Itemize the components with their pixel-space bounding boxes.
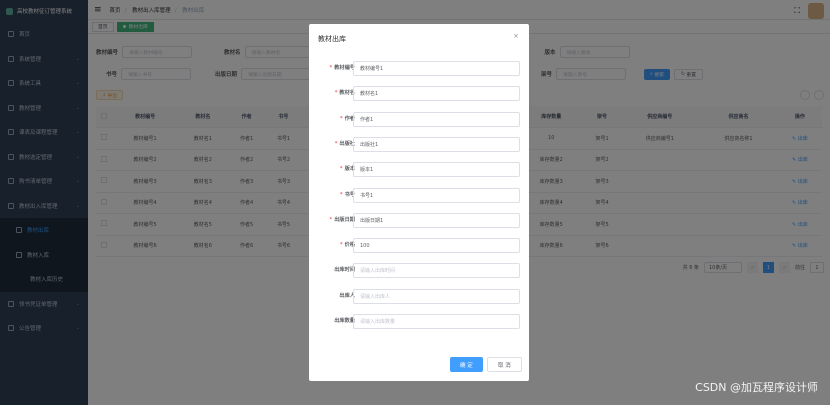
form-row: * 教材名 教材名1: [309, 86, 529, 102]
form-input[interactable]: 出版社1: [353, 136, 520, 152]
form-input[interactable]: 100: [353, 238, 520, 254]
required-asterisk: *: [334, 90, 338, 97]
form-label: 出库数量: [334, 317, 355, 324]
form-label: * 教材名: [335, 89, 355, 96]
form-input[interactable]: 请输入出库数量: [353, 314, 520, 329]
form-row: 出库时间 请输入出库时间: [309, 263, 529, 279]
form-row: * 价格 100: [309, 238, 529, 254]
form-input[interactable]: 版本1: [353, 162, 520, 178]
close-icon[interactable]: ×: [513, 32, 519, 40]
form-input[interactable]: 书号1: [353, 187, 520, 203]
form-row: * 出版社 出版社1: [309, 136, 529, 152]
form-input[interactable]: 作者1: [353, 111, 520, 127]
required-asterisk: *: [339, 115, 343, 122]
outbound-dialog: 教材出库 × * 教材编号 教材编号1 * 教材名 教材名1 * 作者 作者1 * 出版社 出版社1 *…: [309, 24, 529, 381]
form-label: * 教材编号: [330, 64, 355, 71]
form-label: * 出版日期: [330, 216, 355, 223]
form-label-text: 教材编号: [334, 65, 355, 71]
required-asterisk: *: [339, 191, 343, 198]
form-label-text: 出库数量: [334, 318, 355, 324]
form-row: * 出版日期 出版日期1: [309, 212, 529, 228]
required-asterisk: *: [329, 65, 333, 71]
form-input[interactable]: 教材名1: [353, 86, 520, 102]
dialog-title: 教材出库: [318, 35, 346, 43]
form-input[interactable]: 出版日期1: [353, 212, 520, 228]
required-asterisk: *: [339, 242, 343, 249]
required-asterisk: *: [339, 166, 343, 173]
form-label-text: 出库时间: [334, 267, 355, 274]
required-asterisk: *: [329, 216, 333, 223]
form-label: 出库时间: [334, 266, 355, 273]
form-label-text: 出版日期: [334, 216, 355, 223]
form-row: 出库人 请输入出库人: [309, 288, 529, 304]
confirm-button[interactable]: 确 定: [450, 357, 483, 372]
form-input[interactable]: 请输入出库时间: [353, 263, 520, 279]
form-row: * 版本 版本1: [309, 162, 529, 178]
cancel-button[interactable]: 取 消: [487, 357, 522, 372]
form-row: * 作者 作者1: [309, 111, 529, 127]
form-input[interactable]: 请输入出库人: [353, 288, 520, 304]
required-asterisk: *: [334, 140, 338, 147]
form-row: * 书号 书号1: [309, 187, 529, 203]
form-label: * 出版社: [335, 140, 355, 147]
watermark: CSDN @加瓦程序设计师: [695, 381, 818, 394]
form-input[interactable]: 教材编号1: [353, 61, 520, 76]
form-row: 出库数量 请输入出库数量: [309, 314, 529, 329]
form-row: * 教材编号 教材编号1: [309, 61, 529, 76]
